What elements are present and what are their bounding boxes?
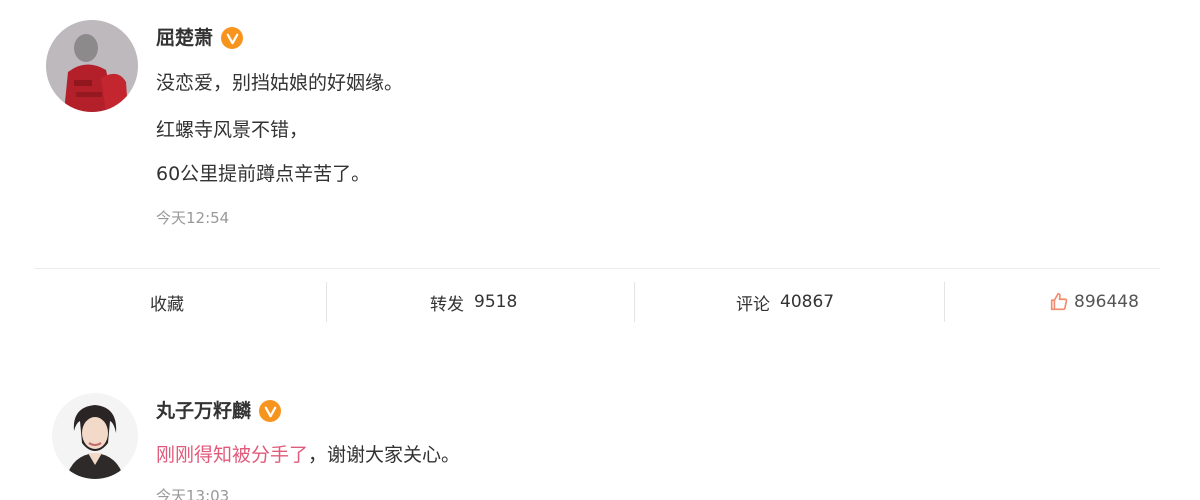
user-avatar[interactable] (46, 20, 138, 112)
repost-label: 转发 (430, 294, 464, 315)
v-badge-icon (259, 400, 282, 422)
avatar-image (46, 20, 138, 112)
post-author[interactable]: 屈楚萧 (156, 26, 244, 50)
repost-count: 9518 (474, 292, 518, 312)
reply-author[interactable]: 丸子万籽麟 (156, 399, 282, 423)
weibo-page: 屈楚萧 没恋爱，别挡姑娘的好姻缘。 红螺寺风景不错， 60公里提前蹲点辛苦了。 … (0, 0, 1200, 500)
action-separator (634, 282, 635, 322)
action-separator (944, 282, 945, 322)
comment-button[interactable]: 评论 40867 (736, 270, 834, 334)
reply-text: 刚刚得知被分手了，谢谢大家关心。 (156, 443, 460, 467)
post-text-line: 没恋爱，别挡姑娘的好姻缘。 (156, 72, 404, 94)
repost-button[interactable]: 转发 9518 (430, 270, 517, 334)
action-bar: 收藏 转发 9518 评论 40867 896448 (34, 270, 1160, 334)
like-button[interactable]: 896448 (1048, 270, 1139, 334)
v-badge-icon (221, 27, 244, 49)
post-author-name[interactable]: 屈楚萧 (156, 26, 213, 50)
reply-author-name[interactable]: 丸子万籽麟 (156, 399, 251, 423)
thumbs-up-icon (1050, 292, 1068, 311)
collect-button[interactable]: 收藏 (150, 270, 184, 334)
collect-label: 收藏 (150, 294, 184, 315)
post-text-line: 60公里提前蹲点辛苦了。 (156, 163, 371, 185)
post-text-line: 红螺寺风景不错， (156, 119, 309, 141)
action-separator (326, 282, 327, 322)
reply-timestamp[interactable]: 今天13:03 (156, 486, 229, 500)
reply-user-avatar[interactable] (52, 393, 138, 479)
comment-count: 40867 (780, 292, 835, 312)
comment-label: 评论 (736, 294, 770, 315)
reply-text-rest: ，谢谢大家关心。 (308, 444, 461, 466)
reply-text-highlight[interactable]: 刚刚得知被分手了 (156, 444, 308, 466)
avatar-image (52, 393, 138, 479)
like-count: 896448 (1074, 292, 1139, 312)
divider (34, 268, 1160, 269)
post-timestamp[interactable]: 今天12:54 (156, 208, 229, 228)
